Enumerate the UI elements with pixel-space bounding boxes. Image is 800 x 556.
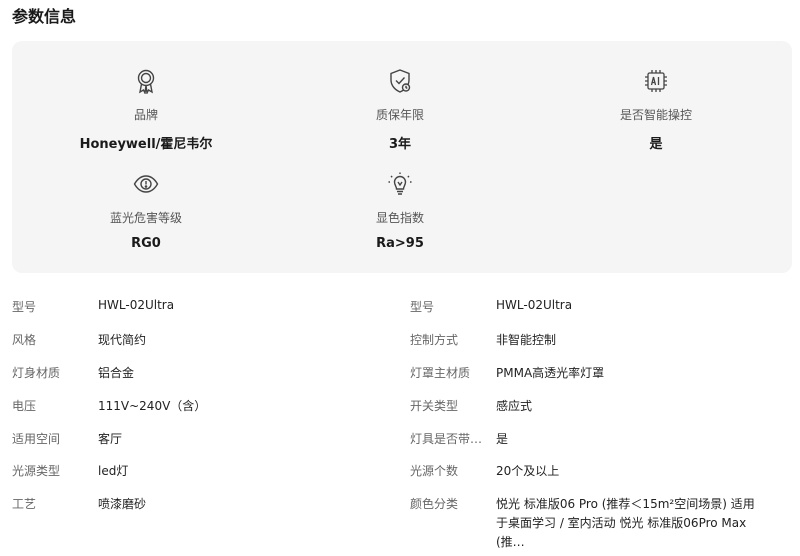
spec-value: 铝合金	[98, 366, 135, 380]
spec-value: HWL-02Ultra	[98, 298, 175, 312]
highlight-value: Ra>95	[376, 236, 424, 251]
highlight-label: 质保年限	[375, 108, 424, 122]
highlight-blue-light: 蓝光危害等级 RG0	[16, 171, 276, 251]
highlight-label: 显色指数	[375, 211, 424, 225]
spec-value: 现代简约	[98, 333, 147, 347]
spec-key: 型号	[12, 300, 37, 314]
spec-key: 灯具是否带…	[410, 432, 483, 446]
highlight-label: 是否智能操控	[619, 108, 692, 122]
highlight-warranty: 质保年限 3年	[270, 68, 530, 152]
lightbulb-icon	[387, 171, 413, 197]
spec-value: 喷漆磨砂	[98, 497, 147, 511]
spec-key: 型号	[410, 300, 435, 314]
highlight-brand: 品牌 Honeywell/霍尼韦尔	[16, 68, 276, 152]
spec-value: PMMA高透光率灯罩	[496, 366, 605, 380]
spec-value: HWL-02Ultra	[496, 298, 573, 312]
spec-value: 是	[496, 432, 509, 446]
spec-value: 悦光 标准版06 Pro (推荐＜15m²空间场景) 适用于桌面学习 / 室内活…	[496, 497, 755, 549]
spec-key: 颜色分类	[410, 497, 459, 511]
spec-key: 光源个数	[410, 464, 459, 478]
spec-key: 开关类型	[410, 399, 459, 413]
spec-value: led灯	[98, 464, 129, 478]
spec-value: 感应式	[496, 399, 533, 413]
highlight-value: 是	[649, 137, 663, 152]
spec-value: 20个及以上	[496, 464, 560, 478]
spec-value: 111V~240V（含）	[98, 399, 207, 413]
spec-key: 工艺	[12, 497, 37, 511]
highlight-value: RG0	[131, 236, 161, 251]
spec-key: 灯罩主材质	[410, 366, 471, 380]
spec-key: 控制方式	[410, 333, 459, 347]
highlights-card: 品牌 Honeywell/霍尼韦尔 质保年限 3年 是否智能操控 是 蓝光危害等…	[12, 41, 792, 273]
highlight-color-rendering: 显色指数 Ra>95	[270, 171, 530, 251]
spec-key: 灯身材质	[12, 366, 61, 380]
highlight-value: Honeywell/霍尼韦尔	[79, 137, 213, 152]
spec-key: 光源类型	[12, 464, 61, 478]
spec-key: 风格	[12, 333, 37, 347]
spec-key: 适用空间	[12, 432, 61, 446]
spec-value: 客厅	[98, 432, 123, 446]
shield-check-icon	[387, 68, 413, 94]
ai-chip-icon	[643, 68, 669, 94]
highlight-value: 3年	[388, 137, 412, 152]
highlight-label: 蓝光危害等级	[109, 211, 182, 225]
spec-value: 非智能控制	[496, 333, 557, 347]
section-title: 参数信息	[12, 7, 77, 26]
highlight-smart-control: 是否智能操控 是	[526, 68, 786, 152]
highlight-label: 品牌	[133, 108, 158, 122]
spec-key: 电压	[12, 399, 37, 413]
eye-warning-icon	[133, 171, 159, 197]
award-ribbon-icon	[133, 68, 159, 94]
